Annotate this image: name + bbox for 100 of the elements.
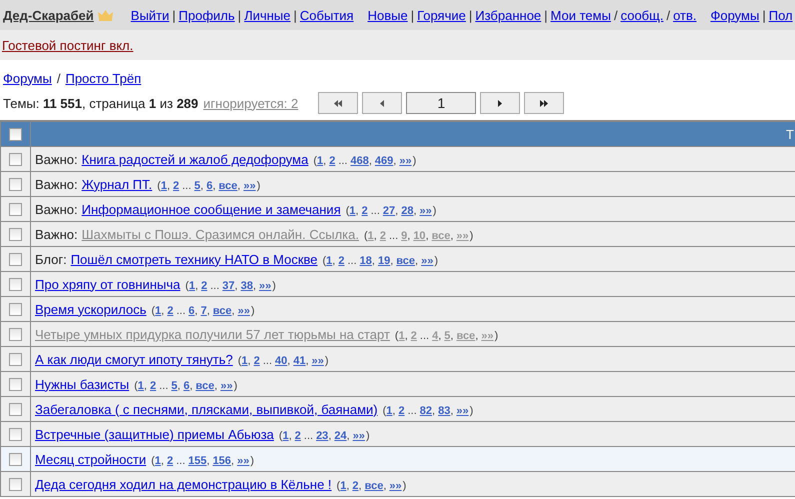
nav-link[interactable]: События: [300, 8, 354, 22]
page-link[interactable]: »»: [237, 454, 250, 466]
topic-checkbox[interactable]: [9, 402, 22, 416]
page-link[interactable]: 2: [329, 154, 336, 166]
topic-checkbox[interactable]: [9, 428, 22, 440]
page-link[interactable]: все: [364, 480, 384, 492]
topic-link[interactable]: Книга радостей и жалоб дедофорума: [82, 152, 308, 166]
topic-checkbox[interactable]: [9, 152, 22, 166]
topic-link[interactable]: Время ускорилось: [35, 302, 146, 316]
nav-link[interactable]: Пол: [768, 8, 793, 22]
topic-checkbox[interactable]: [9, 302, 22, 316]
page-link[interactable]: 2: [173, 180, 180, 192]
topic-checkbox[interactable]: [9, 352, 22, 366]
nav-link[interactable]: Новые: [368, 8, 408, 22]
select-all-checkbox[interactable]: [9, 128, 22, 140]
breadcrumb-link[interactable]: Просто Трёп: [65, 70, 142, 86]
page-link[interactable]: 23: [316, 430, 328, 442]
page-link[interactable]: 19: [378, 254, 390, 266]
page-link[interactable]: 1: [242, 354, 248, 366]
ignored-link[interactable]: игнорируется: 2: [203, 96, 298, 110]
page-link[interactable]: »»: [389, 480, 402, 492]
page-link[interactable]: 2: [201, 280, 208, 292]
page-link[interactable]: все: [396, 254, 416, 266]
page-link[interactable]: 5: [171, 380, 178, 392]
page-link[interactable]: 468: [350, 154, 369, 166]
page-link[interactable]: 2: [338, 254, 344, 266]
page-link[interactable]: 155: [188, 454, 207, 466]
topic-link[interactable]: Пошёл смотреть технику НАТО в Москве: [70, 252, 318, 266]
page-link[interactable]: 1: [349, 204, 356, 216]
first-page-button[interactable]: [318, 92, 358, 114]
page-link[interactable]: 1: [340, 480, 346, 492]
topic-checkbox[interactable]: [9, 328, 22, 340]
topic-checkbox[interactable]: [9, 178, 22, 190]
page-link[interactable]: 27: [382, 204, 396, 216]
page-link[interactable]: »»: [259, 280, 272, 292]
topic-link[interactable]: Про хряпу от говниныча: [35, 276, 180, 292]
page-link[interactable]: 1: [155, 304, 162, 316]
page-link[interactable]: 1: [188, 280, 196, 292]
page-link[interactable]: 2: [352, 480, 359, 492]
nav-link[interactable]: Горячие: [417, 8, 466, 22]
nav-link[interactable]: Выйти: [130, 8, 170, 22]
topic-link[interactable]: Встречные (защитные) приемы Абьюза: [35, 426, 274, 442]
page-link[interactable]: »»: [456, 404, 469, 416]
page-link[interactable]: 2: [150, 380, 156, 392]
page-link[interactable]: 37: [222, 280, 235, 292]
topic-link[interactable]: А как люди смогут ипоту тянуть?: [35, 352, 233, 366]
topic-link[interactable]: Информационное сообщение и замечания: [82, 202, 341, 216]
page-link[interactable]: 40: [275, 354, 288, 366]
nav-link[interactable]: Личные: [244, 8, 291, 22]
nav-link[interactable]: отв.: [673, 8, 696, 22]
nav-link[interactable]: Профиль: [178, 8, 235, 22]
page-link[interactable]: все: [196, 380, 214, 392]
page-link[interactable]: 28: [401, 204, 414, 216]
topic-link[interactable]: Месяц стройности: [35, 452, 146, 466]
page-link[interactable]: 1: [386, 404, 392, 416]
page-link[interactable]: »»: [312, 354, 324, 366]
page-link[interactable]: »»: [352, 430, 365, 442]
page-link[interactable]: 469: [374, 154, 394, 166]
page-link[interactable]: 83: [438, 404, 450, 416]
page-link[interactable]: 82: [420, 404, 432, 416]
page-link[interactable]: 6: [183, 380, 190, 392]
page-link[interactable]: 2: [167, 304, 174, 316]
page-number-field[interactable]: 1: [406, 92, 476, 114]
page-link[interactable]: »»: [238, 304, 250, 316]
page-link[interactable]: 1: [326, 254, 332, 266]
page-link[interactable]: 2: [398, 404, 405, 416]
page-link[interactable]: 1: [160, 180, 167, 192]
page-link[interactable]: все: [218, 180, 238, 192]
page-link[interactable]: 6: [188, 304, 195, 316]
page-link[interactable]: 41: [293, 354, 306, 366]
page-link[interactable]: 38: [240, 280, 253, 292]
page-link[interactable]: »»: [420, 204, 432, 216]
page-link[interactable]: 156: [212, 454, 232, 466]
topic-checkbox[interactable]: [9, 378, 22, 390]
page-link[interactable]: 7: [200, 304, 207, 316]
page-link[interactable]: 2: [166, 454, 174, 466]
page-link[interactable]: 24: [334, 430, 347, 442]
page-link[interactable]: все: [212, 304, 232, 316]
page-link[interactable]: 1: [317, 154, 324, 166]
nav-link[interactable]: Избранное: [475, 8, 542, 22]
topic-checkbox[interactable]: [9, 478, 22, 490]
page-link[interactable]: 5: [194, 180, 200, 192]
breadcrumb-link[interactable]: Форумы: [3, 70, 52, 86]
page-link[interactable]: 1: [282, 430, 289, 442]
topic-checkbox[interactable]: [9, 452, 22, 466]
topic-link[interactable]: Шахмыты с Пошэ. Сразимся онлайн. Ссылка.: [82, 226, 359, 242]
guest-posting-notice[interactable]: Гостевой постинг вкл.: [2, 38, 134, 52]
page-link[interactable]: 1: [138, 380, 144, 392]
page-link[interactable]: »»: [243, 180, 256, 192]
page-link[interactable]: »»: [421, 254, 434, 266]
topic-checkbox[interactable]: [9, 278, 22, 290]
topic-link[interactable]: Забегаловка ( с песнями, плясками, выпивкой, баянами): [35, 402, 378, 416]
nav-link[interactable]: Мои темы: [550, 8, 611, 22]
topic-checkbox[interactable]: [9, 228, 22, 240]
page-link[interactable]: 2: [362, 204, 368, 216]
page-link[interactable]: 2: [294, 430, 301, 442]
page-link[interactable]: »»: [220, 380, 233, 392]
username[interactable]: Дед-Скарабей: [3, 8, 94, 22]
nav-link[interactable]: сообщ.: [620, 8, 664, 22]
topic-checkbox[interactable]: [9, 252, 22, 266]
